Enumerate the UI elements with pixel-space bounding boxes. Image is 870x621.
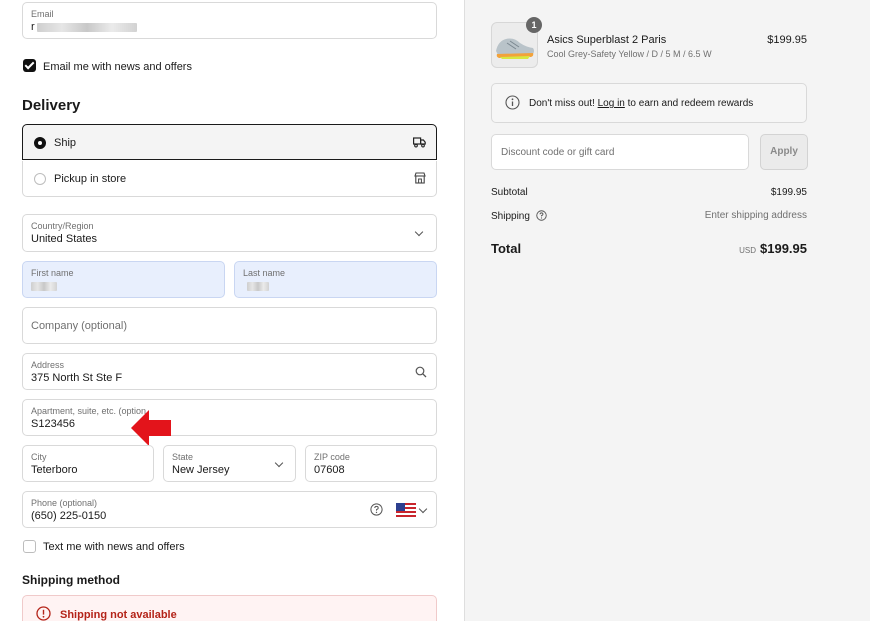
shipping-value: Enter shipping address [704,210,807,221]
chevron-down-icon [274,458,284,468]
discount-placeholder: Discount code or gift card [501,147,615,158]
info-icon [505,95,520,115]
first-name-label: First name [31,268,74,278]
ship-label: Ship [54,137,77,149]
email-label: Email [31,9,54,19]
pickup-radio[interactable] [34,173,46,185]
alert-circle-icon [36,606,51,621]
first-name-field[interactable]: First name [22,261,225,298]
product-variant: Cool Grey-Safety Yellow / D / 5 M / 6.5 … [547,49,712,59]
state-select[interactable]: State New Jersey [163,445,296,482]
email-field[interactable]: Email r [22,2,437,39]
apartment-field[interactable]: Apartment, suite, etc. (option S123456 [22,399,437,436]
zip-value: 07608 [314,464,345,476]
state-value: New Jersey [172,464,230,476]
annotation-arrow-icon [131,410,171,446]
pickup-option[interactable]: Pickup in store [22,161,437,197]
city-field[interactable]: City Teterboro [22,445,154,482]
email-newsletter-checkbox[interactable] [23,59,36,72]
address-label: Address [31,360,65,370]
sms-label: Text me with news and offers [43,541,185,553]
ship-radio[interactable] [34,137,46,149]
shipping-error-banner: Shipping not available [22,595,437,621]
shipping-error-text: Shipping not available [60,609,177,621]
checkout-form: Email r Email me with news and offers De… [0,0,464,621]
rewards-banner: Don't miss out! Log in to earn and redee… [491,83,807,123]
state-label: State [172,452,194,462]
zip-label: ZIP code [314,452,350,462]
email-value: r [31,21,137,33]
pickup-label: Pickup in store [54,173,127,185]
sms-checkbox[interactable] [23,540,36,553]
city-label: City [31,452,47,462]
first-name-value [31,280,57,292]
city-value: Teterboro [31,464,78,476]
country-label: Country/Region [31,221,94,231]
zip-field[interactable]: ZIP code 07608 [305,445,437,482]
help-icon[interactable] [370,503,383,521]
address-value: 375 North St Ste F [31,372,123,384]
discount-input[interactable]: Discount code or gift card [491,134,749,170]
product-name: Asics Superblast 2 Paris [547,34,667,46]
country-select[interactable]: Country/Region United States [22,214,437,252]
company-placeholder: Company (optional) [31,320,127,332]
us-flag-icon[interactable] [396,503,416,522]
last-name-label: Last name [243,268,286,278]
chevron-down-icon[interactable] [418,504,428,514]
email-newsletter-label: Email me with news and offers [43,61,192,73]
subtotal-value: $199.95 [770,187,807,198]
apply-button[interactable]: Apply [760,134,808,170]
last-name-field[interactable]: Last name [234,261,437,298]
total-currency: USD [739,246,756,255]
address-field[interactable]: Address 375 North St Ste F [22,353,437,390]
search-icon[interactable] [415,365,427,383]
total-label: Total [491,241,522,256]
shipping-method-heading: Shipping method [22,573,120,587]
total-value: USD $199.95 [739,241,807,256]
truck-icon [413,135,426,153]
delivery-heading: Delivery [22,97,81,114]
rewards-text: Don't miss out! Log in to earn and redee… [529,98,754,109]
phone-label: Phone (optional) [31,498,98,508]
last-name-value [243,280,269,292]
shipping-label: Shipping [491,210,547,224]
ship-option[interactable]: Ship [22,124,437,160]
company-field[interactable]: Company (optional) [22,307,437,344]
country-value: United States [31,233,98,245]
store-icon [414,171,426,189]
phone-value: (650) 225-0150 [31,510,107,522]
product-price: $199.95 [767,34,807,46]
phone-field[interactable]: Phone (optional) (650) 225-0150 [22,491,437,528]
quantity-badge: 1 [526,17,542,33]
apartment-value: S123456 [31,418,76,430]
chevron-down-icon [414,227,424,237]
login-link[interactable]: Log in [598,98,625,109]
help-icon[interactable] [535,210,547,224]
subtotal-label: Subtotal [491,187,528,198]
